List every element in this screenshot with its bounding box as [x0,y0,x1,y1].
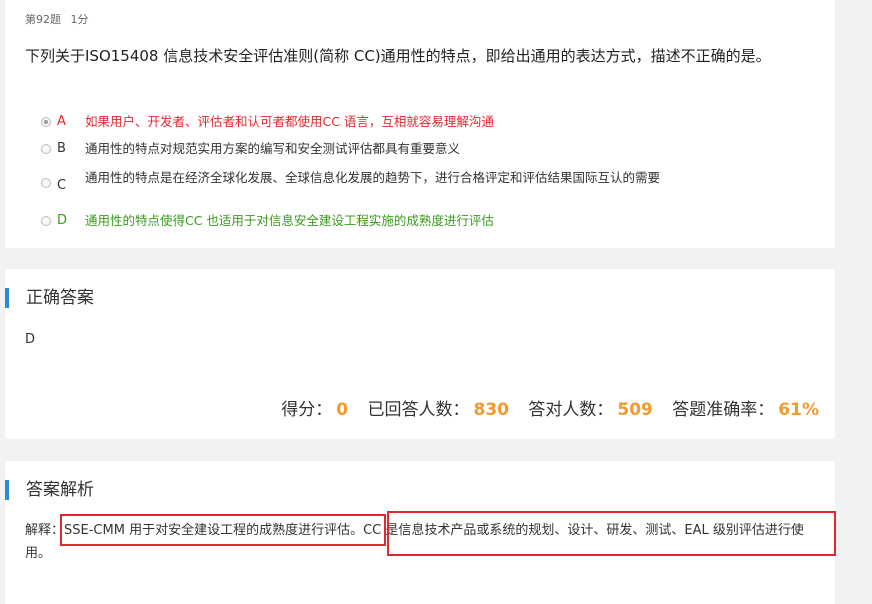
score-value: 0 [336,400,349,420]
correct-count-label: 答对人数： [528,400,614,420]
analysis-title: 答案解析 [5,480,94,500]
answered-value: 830 [473,400,509,420]
highlight-box-1 [60,514,386,546]
option-c[interactable]: C 通用性的特点是在经济全球化发展、全球信息化发展的趋势下，进行合格评定和评估结… [41,170,705,193]
radio-icon[interactable] [41,178,51,188]
option-letter: D [57,213,68,228]
question-score: 1分 [70,13,89,26]
question-meta: 第92题 1分 [25,11,89,27]
answer-stats: 得分： 0 已回答人数： 830 答对人数： 509 答题准确率： 61% [281,395,819,420]
correct-answer-card: 正确答案 D 得分： 0 已回答人数： 830 答对人数： 509 答题准确率： 61% [5,269,835,439]
option-text: 通用性的特点对规范实用方案的编写和安全测试评估都具有重要意义 [85,141,461,156]
highlight-box-2 [387,511,836,556]
option-text: 通用性的特点使得CC 也适用于对信息安全建设工程实施的成熟度进行评估 [85,213,494,228]
correct-answer-value: D [25,332,36,347]
accuracy-value: 61% [778,400,819,420]
radio-icon[interactable] [41,216,51,226]
analysis-card: 答案解析 解释：SSE-CMM 用于对安全建设工程的成熟度进行评估。CC 是信息… [5,461,836,604]
option-letter: A [57,114,66,129]
analysis-prefix: 解释： [25,523,65,538]
score-label: 得分： [281,400,333,420]
answered-label: 已回答人数： [367,400,470,420]
correct-count-value: 509 [617,400,653,420]
option-letter: C [57,178,67,193]
question-card: 第92题 1分 下列关于ISO15408 信息技术安全评估准则(简称 CC)通用… [5,0,835,248]
correct-answer-title: 正确答案 [5,288,94,308]
radio-icon[interactable] [41,144,51,154]
radio-icon[interactable] [41,117,51,127]
accuracy-label: 答题准确率： [672,400,775,420]
question-stem: 下列关于ISO15408 信息技术安全评估准则(简称 CC)通用性的特点，即给出… [25,47,771,65]
option-d[interactable]: D 通用性的特点使得CC 也适用于对信息安全建设工程实施的成熟度进行评估 [41,213,695,228]
question-number: 第92题 [25,13,61,26]
option-b[interactable]: B 通用性的特点对规范实用方案的编写和安全测试评估都具有重要意义 [41,141,695,156]
option-text: 通用性的特点是在经济全球化发展、全球信息化发展的趋势下，进行合格评定和评估结果国… [85,170,661,185]
option-a[interactable]: A 如果用户、开发者、评估者和认可者都使用CC 语言，互相就容易理解沟通 [41,114,695,129]
option-text: 如果用户、开发者、评估者和认可者都使用CC 语言，互相就容易理解沟通 [85,114,494,129]
option-letter: B [57,141,66,156]
